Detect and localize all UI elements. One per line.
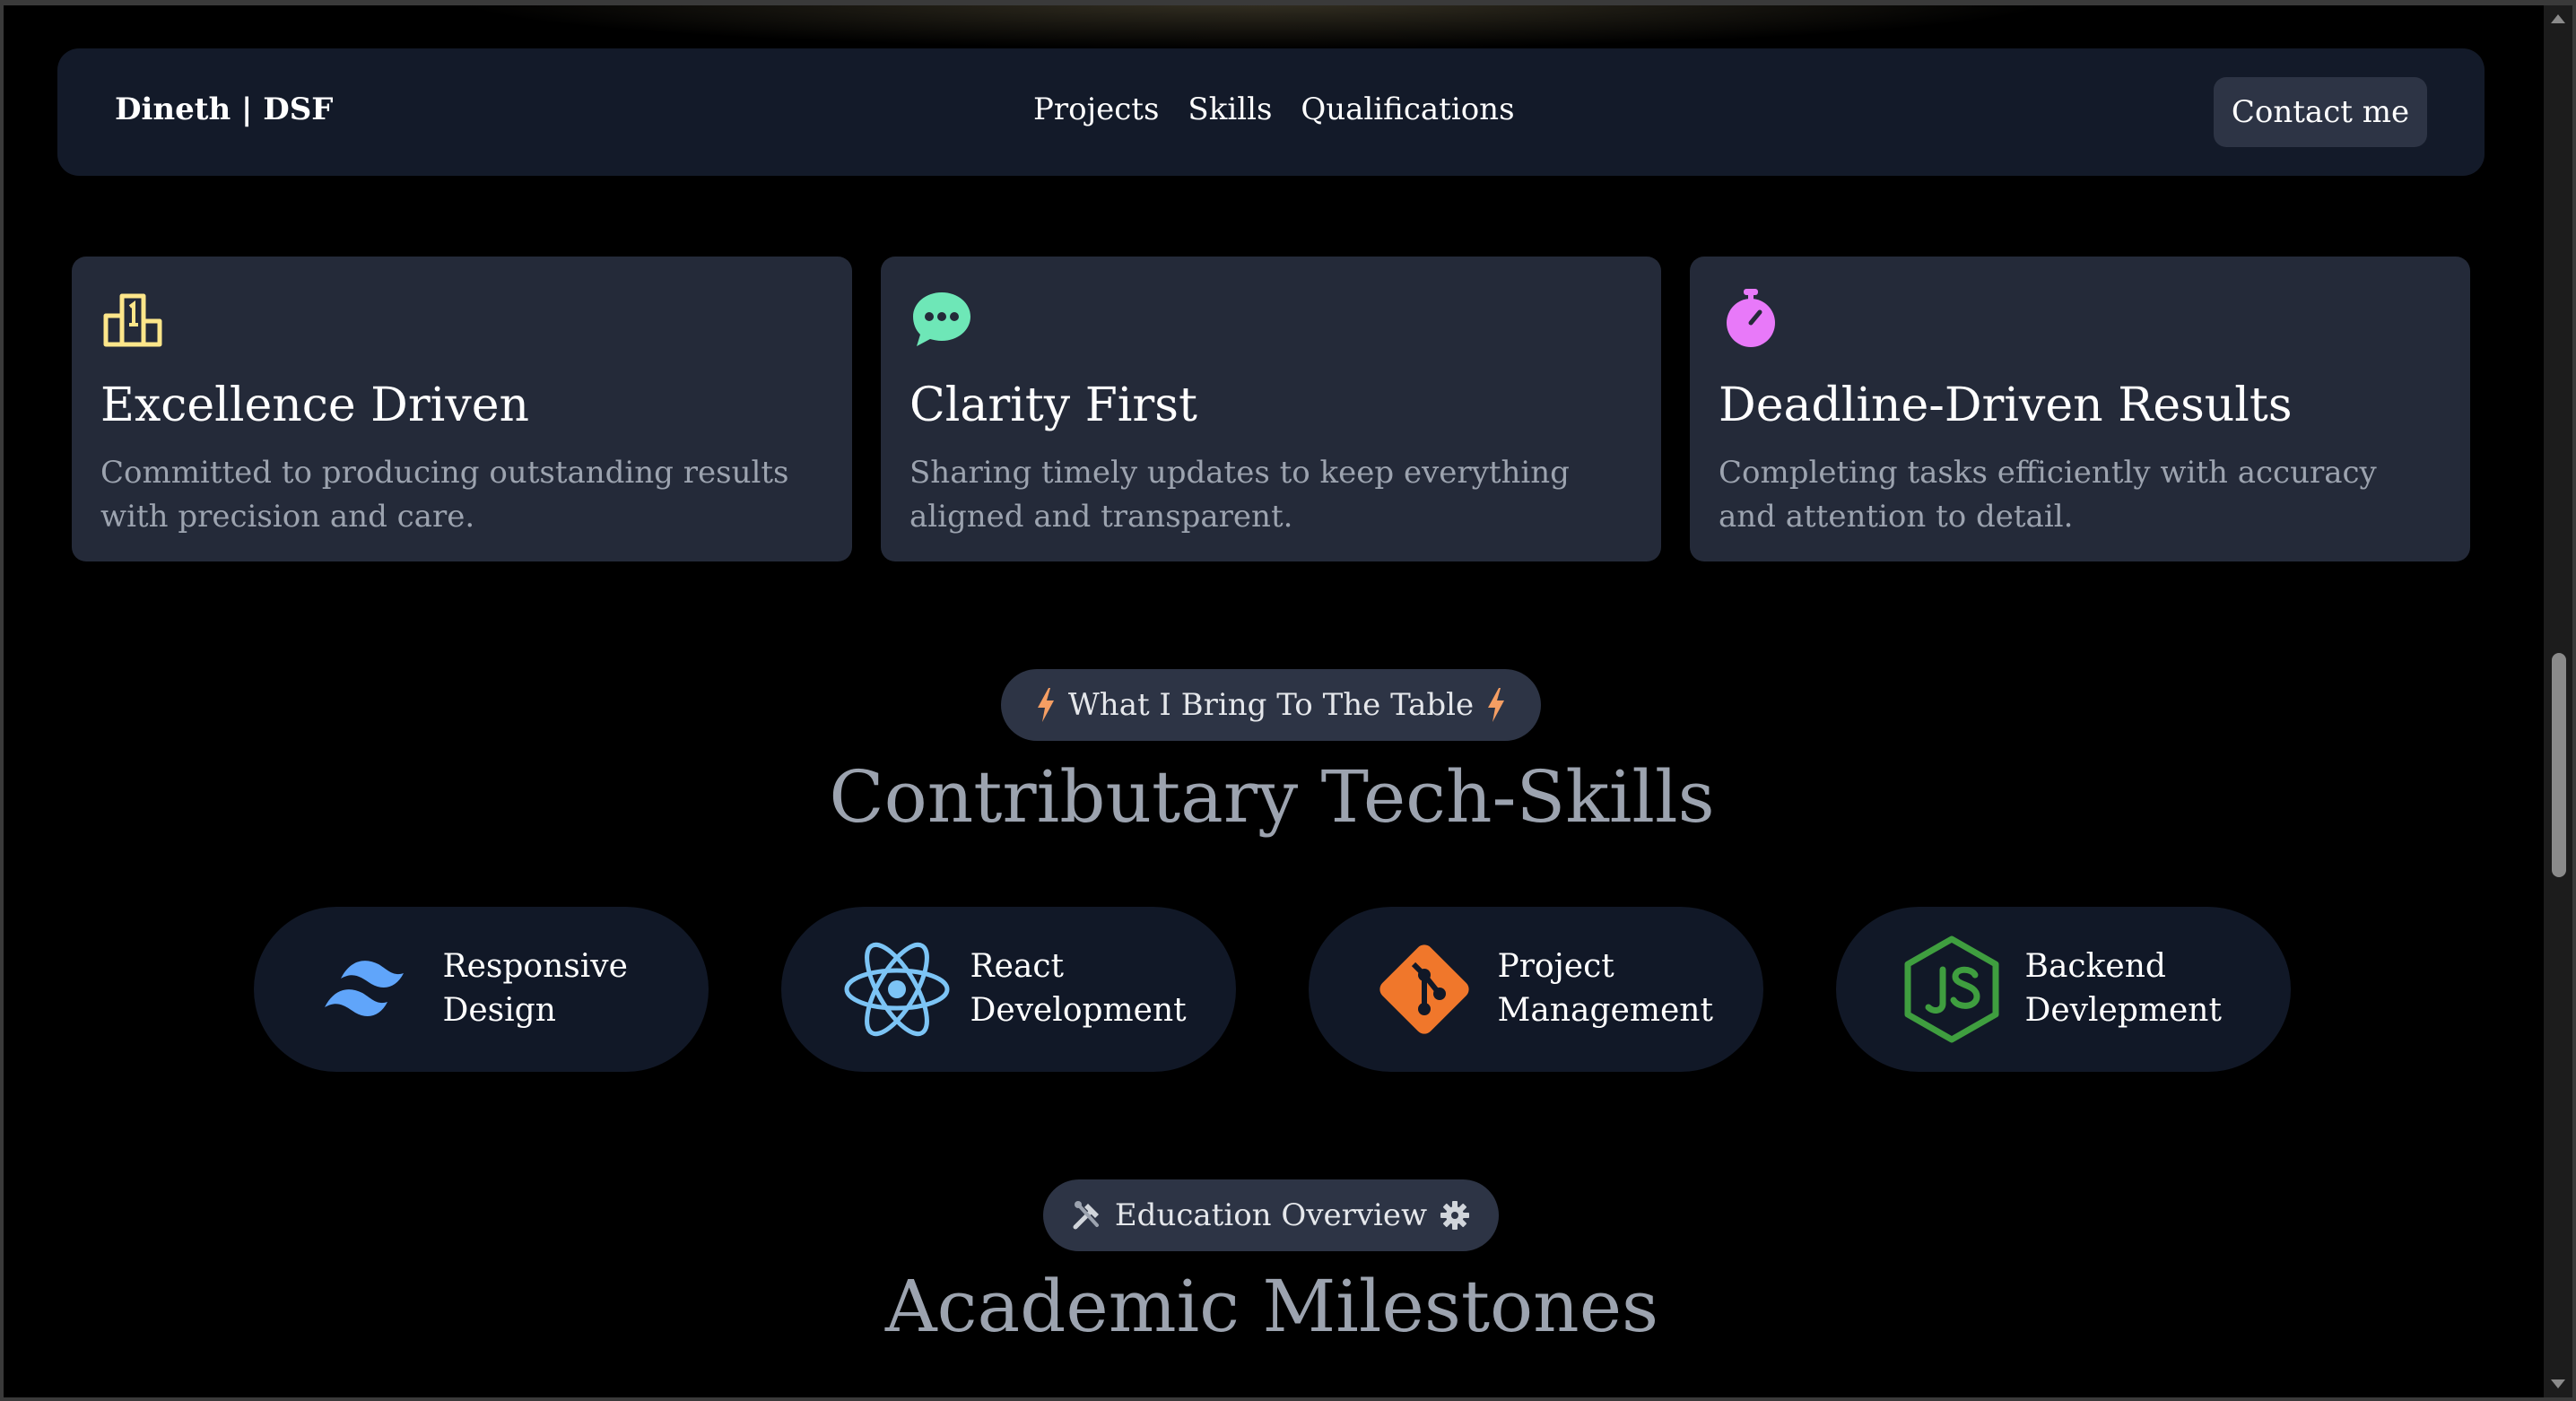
lightning-icon: [1037, 688, 1054, 722]
card-description: Committed to producing outstanding resul…: [100, 455, 789, 535]
tailwind-icon: [324, 961, 404, 1016]
navbar: Dineth | DSF Projects Skills Qualificati…: [57, 48, 2485, 176]
section-pill-education: Education Overview: [1043, 1179, 1499, 1251]
scroll-down-arrow-icon[interactable]: [2551, 1379, 2565, 1388]
card-title: Deadline-Driven Results: [1719, 379, 2293, 432]
tools-icon: [1073, 1201, 1099, 1230]
nav-link-skills[interactable]: Skills: [1188, 91, 1272, 127]
nav-links: Projects Skills Qualifications: [1033, 91, 1515, 127]
skill-label: Responsive Design: [442, 948, 628, 1029]
section-heading-tech: Contributary Tech-Skills: [829, 755, 1715, 839]
section-pill-tech: What I Bring To The Table: [1001, 669, 1541, 741]
card-description: Completing tasks efficiently with accura…: [1719, 455, 2377, 535]
card-title: Clarity First: [909, 379, 1197, 432]
brand-logo[interactable]: Dineth | DSF: [115, 91, 333, 127]
vertical-scrollbar[interactable]: [2544, 5, 2572, 1397]
value-card-excellence: Excellence Driven Committed to producing…: [72, 257, 852, 561]
chat-bubble-icon: [913, 292, 970, 346]
contact-button[interactable]: Contact me: [2214, 77, 2427, 147]
skills-list: Responsive Design React Development Proj…: [254, 907, 2291, 1072]
value-card-deadline: Deadline-Driven Results Completing tasks…: [1690, 257, 2470, 561]
skill-label: Backend Devlepment: [2024, 948, 2222, 1029]
scrollbar-thumb[interactable]: [2552, 653, 2566, 877]
skill-label: React Development: [970, 948, 1187, 1029]
stopwatch-icon: [1727, 289, 1775, 347]
skill-project-management: Project Management: [1309, 907, 1763, 1072]
section-heading-education: Academic Milestones: [884, 1265, 1659, 1348]
nav-link-projects[interactable]: Projects: [1033, 91, 1159, 127]
skill-backend-development: Backend Devlepment: [1836, 907, 2291, 1072]
background-glow: [448, 0, 2063, 49]
react-icon: [844, 942, 949, 1037]
skill-label: Project Management: [1497, 948, 1713, 1029]
nodejs-icon: [1904, 935, 1998, 1043]
scroll-up-arrow-icon[interactable]: [2551, 14, 2565, 23]
section-pill-label: Education Overview: [1114, 1197, 1428, 1233]
trophy-podium-icon: [103, 293, 162, 347]
skill-responsive-design: Responsive Design: [254, 907, 709, 1072]
values-cards: Excellence Driven Committed to producing…: [72, 257, 2470, 561]
gear-icon: [1440, 1201, 1470, 1230]
card-title: Excellence Driven: [100, 379, 529, 432]
nav-link-qualifications[interactable]: Qualifications: [1301, 91, 1514, 127]
section-pill-label: What I Bring To The Table: [1067, 687, 1475, 723]
skill-react-development: React Development: [781, 907, 1236, 1072]
lightning-icon: [1488, 688, 1505, 722]
card-description: Sharing timely updates to keep everythin…: [909, 455, 1570, 535]
value-card-clarity: Clarity First Sharing timely updates to …: [881, 257, 1661, 561]
git-icon: [1379, 944, 1469, 1034]
